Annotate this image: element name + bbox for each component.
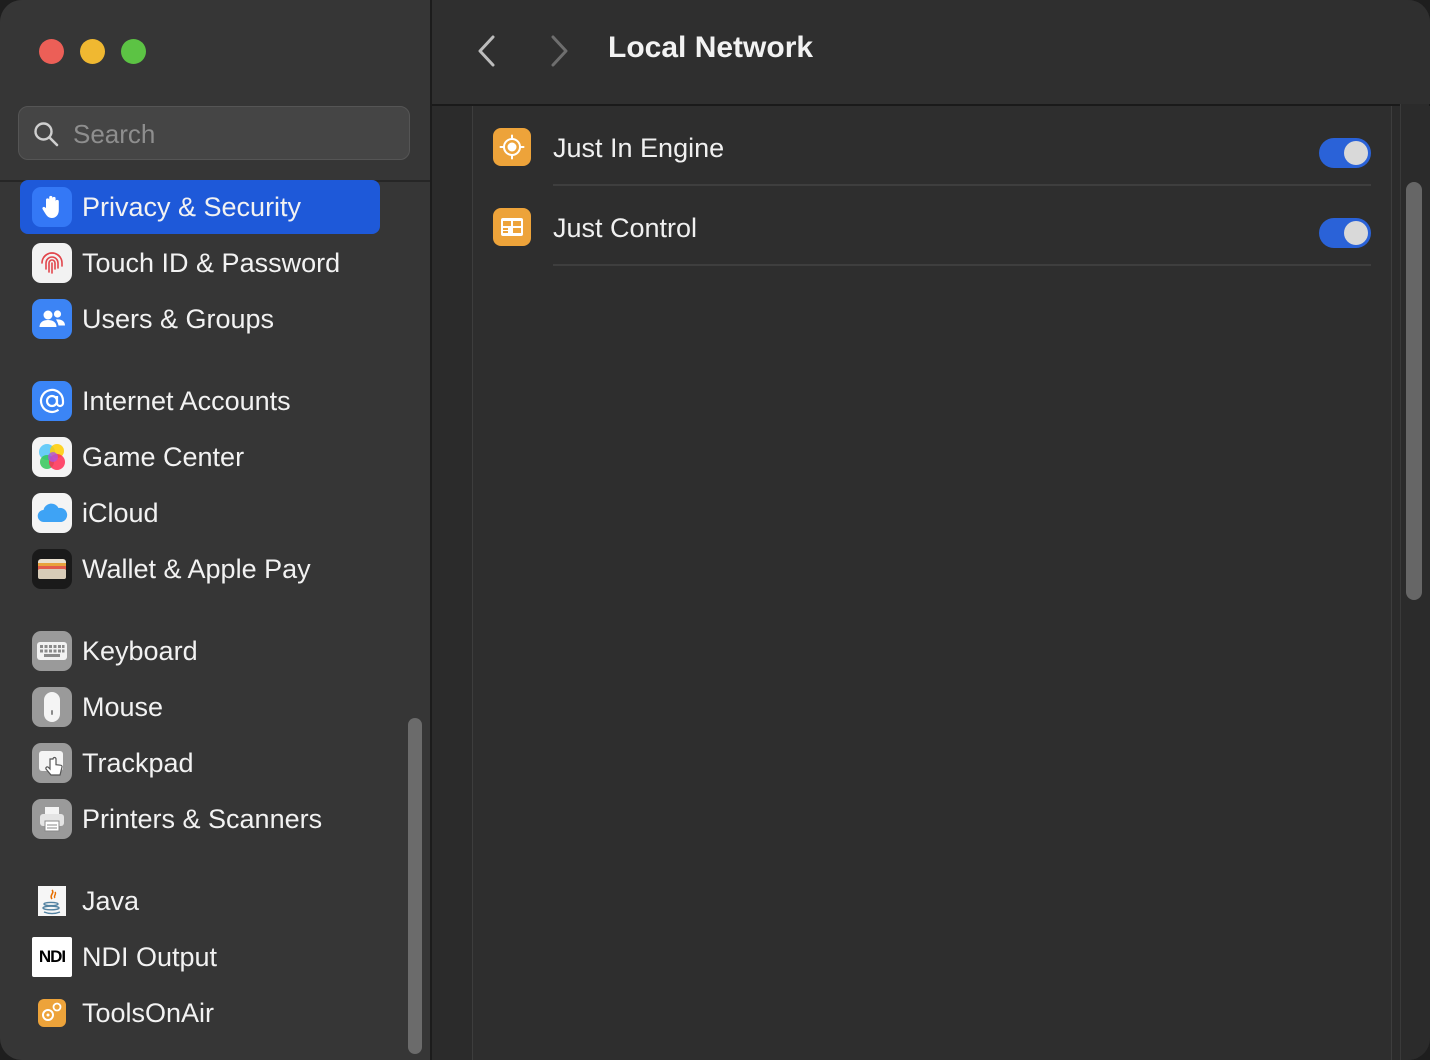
just-in-engine-icon [493, 128, 531, 166]
sidebar-item-label: Game Center [82, 442, 245, 472]
fingerprint-icon [32, 243, 72, 283]
sidebar-item-label: Users & Groups [82, 304, 275, 334]
sidebar-item-wallet-apple-pay[interactable]: Wallet & Apple Pay [20, 542, 380, 596]
sidebar-item-mouse[interactable]: Mouse [20, 680, 380, 734]
sidebar-item-touch-id-password[interactable]: Touch ID & Password [20, 236, 380, 290]
hand-icon [32, 187, 72, 227]
sidebar-item-label: Java [82, 886, 140, 916]
sidebar-item-game-center[interactable]: Game Center [20, 430, 380, 484]
sidebar-scrollbar[interactable] [408, 718, 422, 1054]
sidebar-item-privacy-security[interactable]: Privacy & Security [20, 180, 380, 234]
just-control-toggle[interactable] [1319, 218, 1371, 248]
at-icon [32, 381, 72, 421]
main-content: Local Network Just In Engine Just Contro… [432, 0, 1430, 1060]
sidebar-item-label: NDI Output [82, 942, 218, 972]
main-scrollbar[interactable] [1406, 182, 1422, 600]
sidebar-item-printers-scanners[interactable]: Printers & Scanners [20, 792, 380, 846]
toggle-knob [1344, 221, 1368, 245]
list-item-just-in-engine: Just In Engine [473, 106, 1391, 186]
chevron-right-icon[interactable] [548, 34, 570, 68]
traffic-lights [39, 39, 146, 64]
sidebar-item-label: Trackpad [82, 748, 194, 778]
printer-icon [32, 799, 72, 839]
sidebar-item-label: Privacy & Security [82, 192, 302, 222]
search-icon [34, 122, 59, 147]
app-list-panel: Just In Engine Just Control [472, 106, 1392, 1060]
page-title: Local Network [608, 31, 814, 64]
sidebar-item-label: Mouse [82, 692, 164, 722]
users-icon [32, 299, 72, 339]
sidebar-item-icloud[interactable]: iCloud [20, 486, 380, 540]
sidebar-item-label: Internet Accounts [82, 386, 291, 416]
zoom-button[interactable] [121, 39, 146, 64]
keyboard-icon [32, 631, 72, 671]
sidebar-item-label: Wallet & Apple Pay [82, 554, 311, 584]
sidebar-item-java[interactable]: Java [20, 874, 380, 928]
chevron-left-icon[interactable] [476, 34, 498, 68]
search-field[interactable] [18, 106, 410, 160]
sidebar-item-label: Keyboard [82, 636, 198, 666]
ndi-icon: NDI [32, 937, 72, 977]
sidebar-item-toolsonair[interactable]: ToolsOnAir [20, 986, 380, 1040]
icloud-icon [32, 493, 72, 533]
sidebar-item-keyboard[interactable]: Keyboard [20, 624, 380, 678]
minimize-button[interactable] [80, 39, 105, 64]
app-name: Just Control [553, 213, 698, 243]
java-icon [32, 881, 72, 921]
search-input[interactable] [71, 115, 395, 153]
sidebar-item-label: Printers & Scanners [82, 804, 323, 834]
ndi-icon-text: NDI [38, 947, 66, 966]
mouse-icon [32, 687, 72, 727]
sidebar-item-trackpad[interactable]: Trackpad [20, 736, 380, 790]
close-button[interactable] [39, 39, 64, 64]
toggle-knob [1344, 141, 1368, 165]
toolsonair-icon [32, 993, 72, 1033]
list-item-just-control: Just Control [473, 186, 1391, 266]
game-center-icon [32, 437, 72, 477]
sidebar: Privacy & Security Touch ID & Password [0, 0, 432, 1060]
toolbar: Local Network [432, 0, 1430, 106]
sidebar-item-label: iCloud [82, 498, 159, 528]
trackpad-icon [32, 743, 72, 783]
sidebar-item-label: ToolsOnAir [82, 998, 215, 1028]
sidebar-item-label: Touch ID & Password [82, 248, 341, 278]
app-name: Just In Engine [553, 133, 725, 163]
wallet-icon [32, 549, 72, 589]
settings-window: Privacy & Security Touch ID & Password [0, 0, 1430, 1060]
sidebar-item-ndi-output[interactable]: NDI NDI Output [20, 930, 380, 984]
row-divider [553, 264, 1371, 266]
sidebar-item-internet-accounts[interactable]: Internet Accounts [20, 374, 380, 428]
sidebar-item-users-groups[interactable]: Users & Groups [20, 292, 380, 346]
just-control-icon [493, 208, 531, 246]
just-in-engine-toggle[interactable] [1319, 138, 1371, 168]
